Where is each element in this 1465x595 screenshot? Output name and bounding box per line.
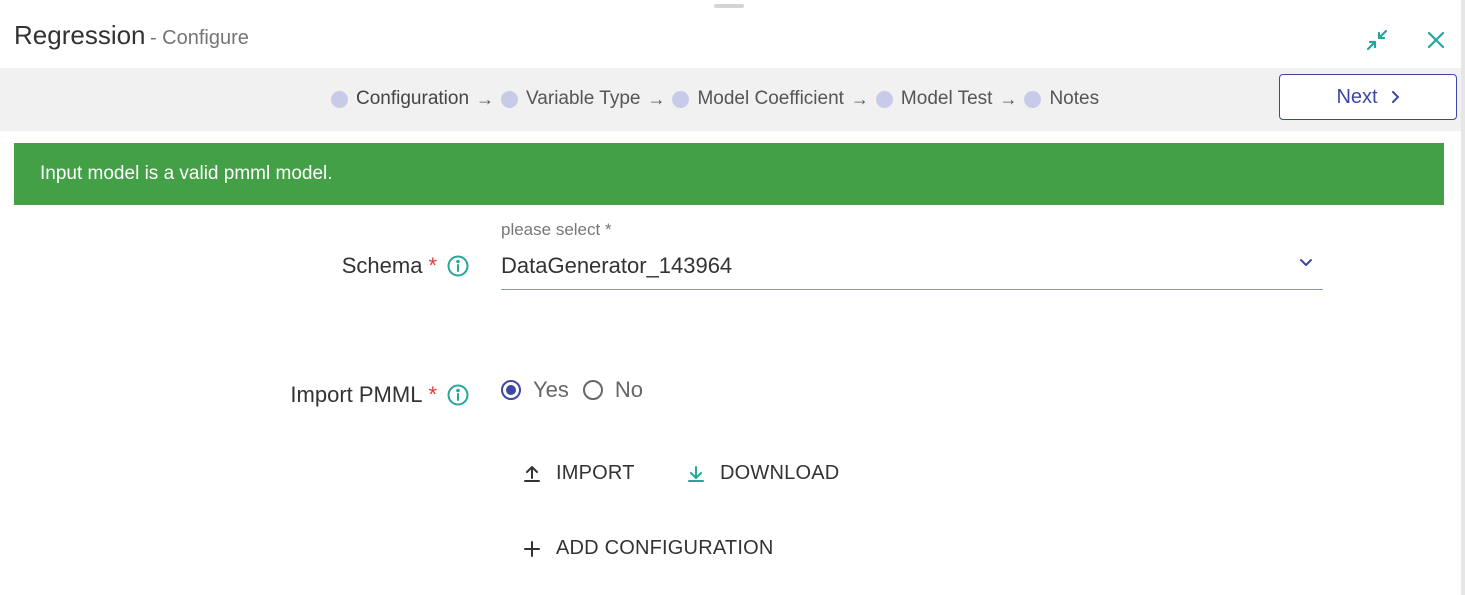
step-label: Model Test bbox=[900, 88, 993, 109]
add-configuration-label: ADD CONFIGURATION bbox=[556, 537, 774, 559]
collapse-icon bbox=[1366, 29, 1388, 51]
download-button-label: DOWNLOAD bbox=[720, 462, 840, 484]
import-pmml-label-text: Import PMML bbox=[290, 382, 423, 407]
import-pmml-label: Import PMML * bbox=[290, 382, 469, 408]
step-arrow: → bbox=[647, 88, 666, 109]
step-notes[interactable]: Notes bbox=[1024, 88, 1099, 110]
close-button[interactable] bbox=[1422, 26, 1450, 54]
title-subtitle: - Configure bbox=[149, 27, 249, 49]
info-icon[interactable] bbox=[447, 255, 469, 277]
step-dot bbox=[331, 90, 348, 108]
collapse-button[interactable] bbox=[1363, 26, 1391, 54]
step-model-coefficient[interactable]: Model Coefficient bbox=[672, 88, 844, 110]
schema-label: Schema * bbox=[342, 253, 469, 279]
add-configuration-button[interactable]: ADD CONFIGURATION bbox=[522, 537, 773, 560]
schema-select-value: DataGenerator_143964 bbox=[501, 253, 733, 278]
import-button-label: IMPORT bbox=[556, 462, 635, 484]
step-label: Model Coefficient bbox=[697, 88, 844, 109]
page-title: Regression - Configure bbox=[14, 20, 249, 51]
chevron-right-icon bbox=[1390, 90, 1400, 104]
import-button[interactable]: IMPORT bbox=[522, 462, 635, 485]
info-icon[interactable] bbox=[447, 384, 469, 406]
step-configuration[interactable]: Configuration bbox=[331, 88, 469, 110]
import-pmml-radio-group: Yes No bbox=[501, 377, 657, 403]
required-mark: * bbox=[428, 253, 437, 278]
step-model-test[interactable]: Model Test bbox=[875, 88, 993, 110]
radio-yes[interactable]: Yes bbox=[501, 377, 569, 403]
step-label: Configuration bbox=[356, 88, 470, 109]
next-button-label: Next bbox=[1336, 85, 1378, 108]
next-button[interactable]: Next bbox=[1279, 74, 1457, 120]
radio-no[interactable]: No bbox=[582, 377, 644, 403]
step-dot bbox=[1024, 90, 1042, 108]
step-dot bbox=[875, 90, 893, 108]
step-label: Notes bbox=[1049, 88, 1100, 109]
radio-label: No bbox=[614, 377, 644, 402]
step-variable-type[interactable]: Variable Type bbox=[501, 88, 640, 110]
download-icon bbox=[686, 464, 706, 484]
close-icon bbox=[1426, 30, 1446, 50]
step-label: Variable Type bbox=[526, 88, 641, 109]
step-dot bbox=[672, 90, 690, 108]
stepper-bar: Configuration → Variable Type → Model Co… bbox=[0, 68, 1461, 131]
alert-message: Input model is a valid pmml model. bbox=[40, 163, 333, 184]
schema-label-text: Schema bbox=[341, 253, 423, 278]
download-button[interactable]: DOWNLOAD bbox=[686, 462, 839, 485]
schema-select-hint: please select * bbox=[501, 220, 612, 239]
step-arrow: → bbox=[999, 88, 1018, 109]
drag-handle[interactable] bbox=[714, 4, 744, 8]
required-mark: * bbox=[428, 382, 437, 407]
title-main: Regression bbox=[14, 20, 146, 50]
scrollbar-edge bbox=[1461, 0, 1465, 595]
success-alert: Input model is a valid pmml model. bbox=[14, 143, 1444, 205]
plus-icon bbox=[522, 539, 542, 559]
stepper: Configuration → Variable Type → Model Co… bbox=[331, 88, 1099, 110]
chevron-down-icon bbox=[1299, 257, 1313, 267]
schema-select[interactable]: DataGenerator_143964 bbox=[501, 248, 1323, 290]
step-arrow: → bbox=[850, 88, 869, 109]
step-arrow: → bbox=[476, 88, 495, 109]
upload-icon bbox=[522, 464, 542, 484]
step-dot bbox=[501, 90, 519, 108]
radio-circle bbox=[501, 380, 521, 400]
radio-label: Yes bbox=[533, 377, 569, 402]
radio-circle bbox=[582, 380, 603, 400]
